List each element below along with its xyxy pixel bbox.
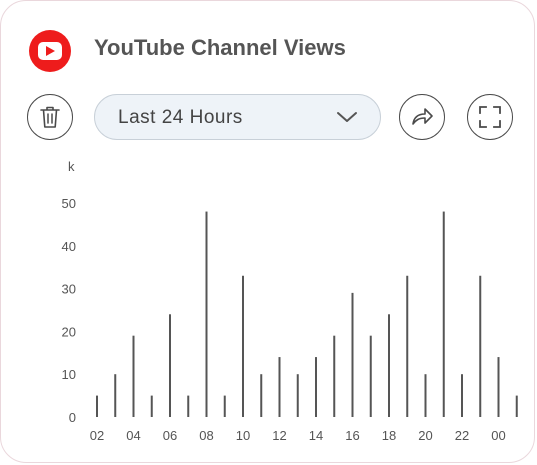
bar <box>315 357 317 417</box>
bar <box>278 357 281 417</box>
bar <box>169 314 171 417</box>
x-tick-label: 04 <box>126 428 140 443</box>
y-axis-unit-label: k <box>68 159 75 174</box>
widget-title: YouTube Channel Views <box>94 35 346 60</box>
bar <box>497 357 500 417</box>
bar <box>114 374 117 417</box>
bar <box>296 374 299 417</box>
bar <box>406 275 409 417</box>
x-tick-label: 22 <box>455 428 469 443</box>
y-tick-label: 0 <box>69 410 76 425</box>
bar <box>242 275 244 417</box>
bar <box>442 211 445 417</box>
x-tick-label: 08 <box>199 428 213 443</box>
bar <box>515 395 518 417</box>
fullscreen-button[interactable] <box>467 94 513 140</box>
bar <box>479 275 482 417</box>
trash-icon <box>40 106 60 128</box>
y-tick-label: 40 <box>62 239 76 254</box>
bar <box>424 374 427 417</box>
x-tick-label: 12 <box>272 428 286 443</box>
bar <box>369 335 372 417</box>
bar <box>388 314 390 417</box>
youtube-logo-icon <box>29 30 71 72</box>
x-tick-label: 02 <box>90 428 104 443</box>
share-button[interactable] <box>399 94 445 140</box>
bar <box>205 211 208 417</box>
views-bar-chart: k 0 10 20 30 40 50 02 04 06 08 10 12 14 16 18 20 22 00 <box>62 159 518 443</box>
bar <box>333 335 336 417</box>
bar <box>96 395 98 417</box>
bar <box>351 292 354 417</box>
x-tick-label: 16 <box>345 428 359 443</box>
x-tick-label: 00 <box>491 428 505 443</box>
x-tick-label: 18 <box>382 428 396 443</box>
x-tick-label: 10 <box>236 428 250 443</box>
x-tick-label: 06 <box>163 428 177 443</box>
share-icon <box>412 108 433 125</box>
y-tick-label: 50 <box>62 196 76 211</box>
y-tick-label: 10 <box>62 367 76 382</box>
time-range-select[interactable]: Last 24 Hours <box>94 94 381 140</box>
expand-icon <box>479 106 501 128</box>
bar <box>461 374 463 417</box>
bar <box>150 395 153 417</box>
youtube-views-widget: YouTube Channel Views Last 24 Hours k 0 1… <box>0 0 535 463</box>
bar <box>187 395 190 417</box>
x-tick-label: 20 <box>418 428 432 443</box>
time-range-value: Last 24 Hours <box>118 107 243 128</box>
x-tick-label: 14 <box>309 428 323 443</box>
chevron-down-icon <box>337 112 357 122</box>
bar <box>132 335 135 417</box>
delete-button[interactable] <box>27 94 73 140</box>
y-tick-label: 30 <box>62 282 76 297</box>
bar <box>260 374 263 417</box>
y-tick-label: 20 <box>62 324 76 339</box>
bar <box>223 395 226 417</box>
